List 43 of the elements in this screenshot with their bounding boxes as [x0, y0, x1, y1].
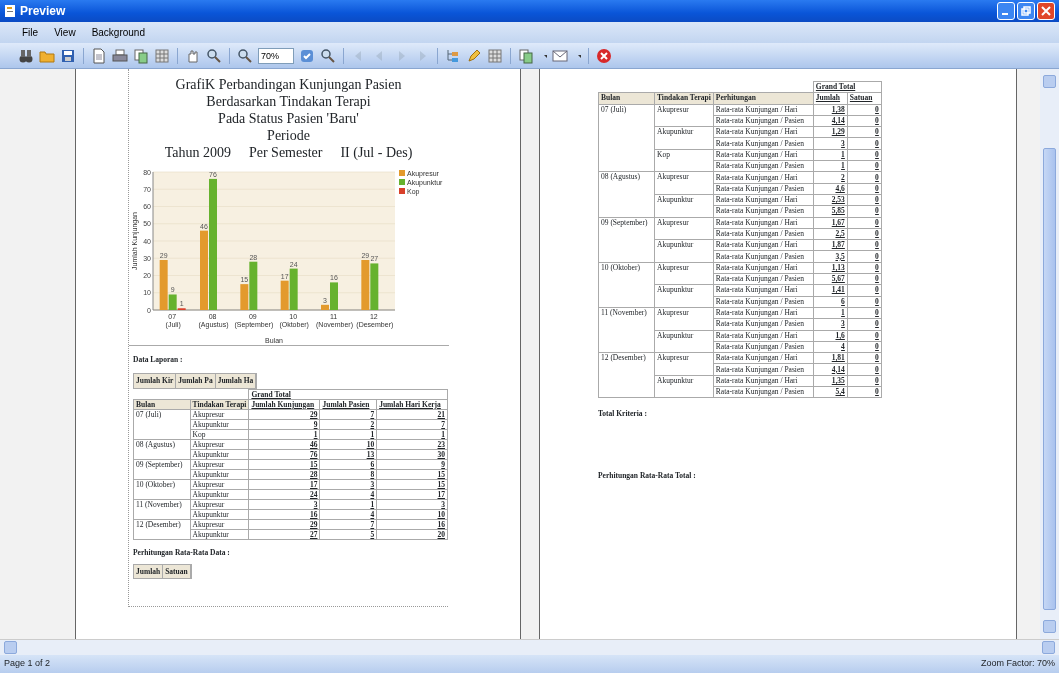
pencil-icon[interactable] — [466, 47, 482, 64]
menu-item[interactable]: Background — [89, 25, 147, 40]
pages-icon[interactable] — [133, 47, 149, 64]
page-icon[interactable] — [91, 47, 107, 64]
find-icon[interactable] — [18, 47, 34, 64]
zoom-icon[interactable] — [320, 47, 336, 64]
export-icon[interactable] — [518, 47, 534, 64]
save-icon[interactable] — [60, 47, 76, 64]
zoom-field[interactable]: 70% — [258, 47, 294, 64]
menu-item[interactable]: File — [20, 25, 41, 40]
zoom-factor: Zoom Factor: 70% — [980, 657, 1055, 671]
bar — [361, 260, 370, 310]
window-title: Preview — [20, 3, 66, 20]
bar — [370, 263, 379, 310]
zoom-icon[interactable] — [237, 47, 253, 64]
period-label: II (Jul - Des) — [340, 144, 413, 161]
period-label: Per Semester — [248, 144, 323, 161]
layout-icon[interactable] — [154, 47, 170, 64]
mail-icon[interactable] — [552, 47, 568, 64]
close-icon[interactable] — [596, 47, 612, 64]
report-title: Periode — [266, 127, 311, 144]
hand-icon[interactable] — [185, 47, 201, 64]
report-title: GrafiK Perbandingan Kunjungan Pasien — [174, 76, 403, 93]
grid-icon[interactable] — [487, 47, 503, 64]
apply-icon[interactable] — [299, 47, 315, 64]
zoom-icon[interactable] — [206, 47, 222, 64]
tree-icon[interactable] — [445, 47, 461, 64]
menu-item[interactable]: View — [52, 25, 78, 40]
bar — [289, 268, 298, 310]
bar — [280, 280, 289, 310]
app-icon — [4, 4, 16, 18]
minimize-button[interactable] — [997, 2, 1015, 20]
restore-icon — [1021, 6, 1031, 16]
report-title: Berdasarkan Tindakan Terapi — [205, 93, 372, 110]
printer-icon[interactable] — [112, 47, 128, 64]
period-label: Tahun 2009 — [164, 144, 231, 161]
page-indicator: Page 1 of 2 — [4, 657, 51, 671]
report-title: Pada Status Pasien 'Baru' — [217, 110, 360, 127]
close-icon — [1041, 6, 1051, 16]
horizontal-scrollbar[interactable] — [0, 639, 1059, 655]
vertical-scrollbar[interactable] — [1040, 69, 1059, 639]
close-button[interactable] — [1037, 2, 1055, 20]
maximize-button[interactable] — [1017, 2, 1035, 20]
